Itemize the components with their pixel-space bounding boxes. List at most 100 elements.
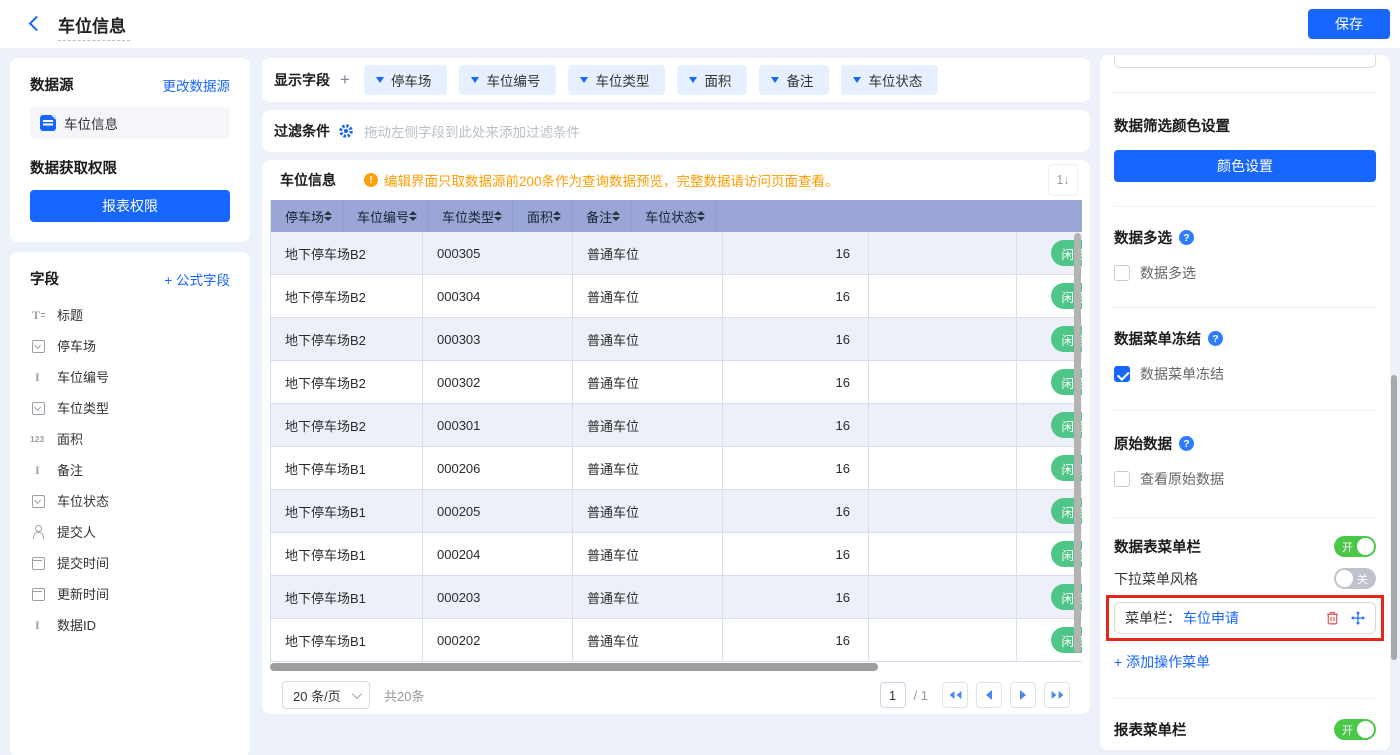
- gear-icon[interactable]: [338, 123, 354, 139]
- sort-arrows-icon[interactable]: [494, 211, 502, 221]
- field-chip[interactable]: 车位类型: [568, 65, 665, 95]
- table-row[interactable]: 地下停车场B2 000302 普通车位 16 闲置: [271, 361, 1082, 404]
- sort-arrows-icon[interactable]: [324, 211, 332, 221]
- table-row[interactable]: 地下停车场B1 000203 普通车位 16 闲置: [271, 576, 1082, 619]
- cell-type: 普通车位: [573, 404, 723, 447]
- field-item[interactable]: 更新时间: [30, 578, 230, 609]
- display-fields-bar: 显示字段 + 停车场 车位编号 车位类型: [262, 58, 1090, 102]
- table-header-cell[interactable]: 车位编号: [343, 200, 428, 232]
- last-page-button[interactable]: [1044, 682, 1070, 708]
- menu-freeze-checkbox-row[interactable]: 数据菜单冻结: [1114, 364, 1376, 384]
- table-row[interactable]: 地下停车场B1 000206 普通车位 16 闲置: [271, 447, 1082, 490]
- report-menu-toggle-on[interactable]: 开: [1334, 719, 1376, 740]
- table-menu-toggle-on[interactable]: 开: [1334, 536, 1376, 557]
- table-horizontal-scrollbar[interactable]: [270, 663, 878, 671]
- table-header-cell[interactable]: 面积: [513, 200, 572, 232]
- save-button[interactable]: 保存: [1308, 9, 1390, 39]
- checkbox-unchecked[interactable]: [1114, 471, 1130, 487]
- help-icon[interactable]: ?: [1208, 331, 1223, 346]
- cell-code: 000204: [423, 533, 573, 576]
- table-row[interactable]: 地下停车场B2 000303 普通车位 16 闲置: [271, 318, 1082, 361]
- add-action-menu-link[interactable]: + 添加操作菜单: [1114, 652, 1376, 672]
- checkbox-unchecked[interactable]: [1114, 265, 1130, 281]
- report-permission-button[interactable]: 报表权限: [30, 190, 230, 222]
- cell-note: [869, 361, 1017, 404]
- table-vertical-scrollbar[interactable]: [1074, 233, 1081, 653]
- table-row[interactable]: 地下停车场B1 000205 普通车位 16 闲置: [271, 490, 1082, 533]
- chevron-down-icon: [771, 77, 779, 83]
- help-icon[interactable]: ?: [1179, 436, 1194, 451]
- field-item[interactable]: 提交时间: [30, 547, 230, 578]
- checkbox-checked[interactable]: [1114, 366, 1130, 382]
- table-header-cell[interactable]: 车位类型: [428, 200, 513, 232]
- sort-arrows-icon[interactable]: [612, 211, 620, 221]
- field-label: 提交人: [57, 522, 96, 541]
- field-item[interactable]: 车位编号: [30, 361, 230, 392]
- window-scrollbar[interactable]: [1391, 375, 1397, 660]
- column-label: 面积: [527, 207, 553, 226]
- table-header-cell[interactable]: 备注: [572, 200, 631, 232]
- move-icon[interactable]: [1351, 611, 1365, 625]
- field-chip[interactable]: 车位编号: [459, 65, 556, 95]
- add-display-field-button[interactable]: +: [340, 70, 350, 90]
- table-header-cell[interactable]: 停车场: [271, 200, 343, 232]
- help-icon[interactable]: ?: [1179, 230, 1194, 245]
- prev-page-button[interactable]: [976, 682, 1002, 708]
- field-chip[interactable]: 面积: [677, 65, 747, 95]
- change-datasource-link[interactable]: 更改数据源: [163, 75, 231, 95]
- add-formula-field-link[interactable]: + 公式字段: [164, 269, 230, 289]
- field-chip[interactable]: 备注: [759, 65, 829, 95]
- menu-prefix: 菜单栏：: [1125, 608, 1181, 628]
- field-item[interactable]: 提交人: [30, 516, 230, 547]
- sort-arrows-icon[interactable]: [553, 211, 561, 221]
- table-row[interactable]: 地下停车场B2 000305 普通车位 16 闲置: [271, 232, 1082, 275]
- dropdown-style-toggle-off[interactable]: 关: [1334, 568, 1376, 589]
- table-row[interactable]: 地下停车场B1 000202 普通车位 16 闲置: [271, 619, 1082, 662]
- color-setting-button[interactable]: 颜色设置: [1114, 150, 1376, 182]
- pagination-bar: 20 条/页 共20条 / 1: [270, 674, 1082, 716]
- page-size-select[interactable]: 20 条/页: [282, 681, 370, 709]
- trash-icon[interactable]: [1326, 611, 1339, 625]
- datasource-item[interactable]: 车位信息: [30, 107, 230, 139]
- field-label: 车位类型: [57, 398, 109, 417]
- cell-code: 000206: [423, 447, 573, 490]
- chip-label: 车位编号: [486, 70, 540, 90]
- field-item[interactable]: 车位状态: [30, 485, 230, 516]
- cell-area: 16: [723, 232, 869, 275]
- title-edit-underline[interactable]: [58, 40, 130, 41]
- field-chip[interactable]: 停车场: [364, 65, 448, 95]
- table-row[interactable]: 地下停车场B1 000204 普通车位 16 闲置: [271, 533, 1082, 576]
- filter-dropzone-placeholder[interactable]: 拖动左侧字段到此处来添加过滤条件: [364, 121, 580, 141]
- field-item[interactable]: 数据ID: [30, 609, 230, 640]
- sort-arrows-icon[interactable]: [697, 211, 705, 221]
- calendar-icon: [30, 587, 46, 601]
- field-chip[interactable]: 车位状态: [841, 65, 938, 95]
- field-item[interactable]: 停车场: [30, 330, 230, 361]
- field-item[interactable]: 车位类型: [30, 392, 230, 423]
- cell-parking: 地下停车场B2: [271, 318, 423, 361]
- cell-area: 16: [723, 318, 869, 361]
- select-icon: [30, 339, 46, 353]
- next-page-button[interactable]: [1010, 682, 1036, 708]
- sort-arrows-icon[interactable]: [409, 211, 417, 221]
- field-item[interactable]: 标题: [30, 299, 230, 330]
- app-root: 车位信息 保存 数据源 更改数据源 车位信息 数据获取权限 报表权限 字段 + …: [0, 0, 1400, 755]
- raw-data-checkbox-row[interactable]: 查看原始数据: [1114, 469, 1376, 489]
- cell-parking: 地下停车场B2: [271, 404, 423, 447]
- menu-item-parking-apply[interactable]: 菜单栏： 车位申请: [1114, 602, 1376, 634]
- back-icon[interactable]: [26, 15, 44, 33]
- cell-code: 000305: [423, 232, 573, 275]
- page-number-input[interactable]: [880, 682, 906, 708]
- table-header-cell[interactable]: 车位状态: [631, 200, 716, 232]
- cell-code: 000203: [423, 576, 573, 619]
- sort-order-button[interactable]: 1↓: [1048, 164, 1078, 196]
- cell-type: 普通车位: [573, 232, 723, 275]
- first-page-button[interactable]: [942, 682, 968, 708]
- multi-select-checkbox-row[interactable]: 数据多选: [1114, 263, 1376, 283]
- field-label: 数据ID: [57, 615, 96, 634]
- table-row[interactable]: 地下停车场B2 000301 普通车位 16 闲置: [271, 404, 1082, 447]
- cell-parking: 地下停车场B1: [271, 447, 423, 490]
- field-item[interactable]: 备注: [30, 454, 230, 485]
- field-item[interactable]: 面积: [30, 423, 230, 454]
- table-row[interactable]: 地下停车场B2 000304 普通车位 16 闲置: [271, 275, 1082, 318]
